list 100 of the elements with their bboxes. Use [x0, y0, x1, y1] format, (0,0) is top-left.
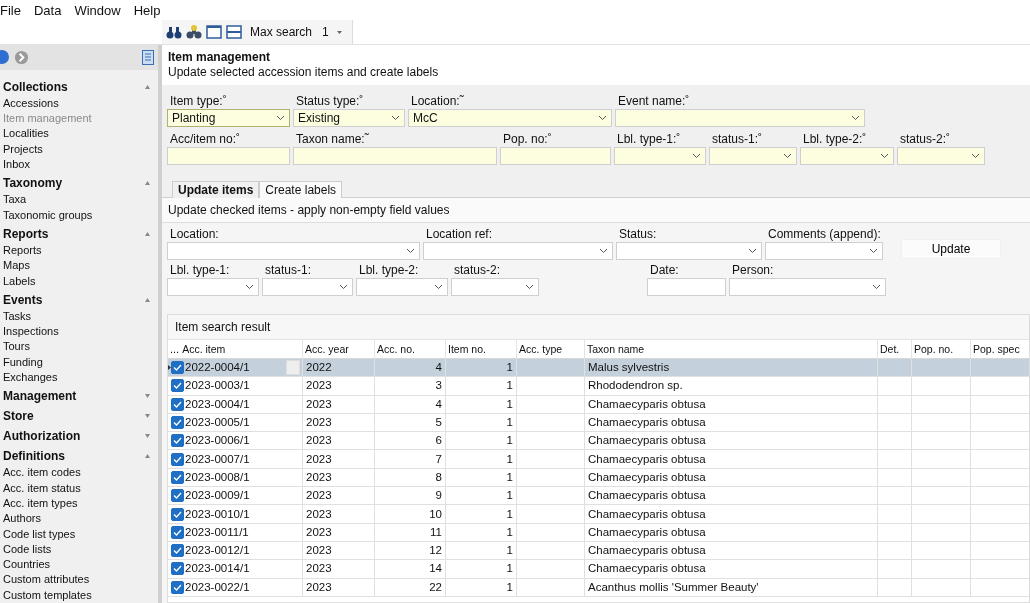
dropdown-field[interactable]: Existing	[293, 109, 405, 127]
collapse-icon[interactable]	[145, 297, 150, 302]
sidebar-item[interactable]: Maps	[0, 258, 158, 274]
forward-icon[interactable]	[14, 49, 29, 65]
input-field[interactable]	[500, 147, 611, 165]
document-icon[interactable]	[142, 49, 154, 65]
dropdown-field[interactable]	[765, 242, 883, 260]
checkbox[interactable]	[171, 562, 184, 576]
input-field[interactable]	[293, 147, 497, 165]
checkbox[interactable]	[171, 452, 184, 466]
expand-icon[interactable]	[145, 394, 150, 399]
checkbox[interactable]	[171, 507, 184, 521]
checkbox[interactable]	[171, 580, 184, 594]
table-cell	[912, 505, 971, 524]
back-icon[interactable]	[0, 49, 10, 66]
dropdown-field[interactable]	[897, 147, 985, 165]
sidebar-item[interactable]: Acc. item codes	[0, 465, 158, 481]
menu-item[interactable]: Help	[133, 2, 168, 18]
dropdown-field[interactable]	[800, 147, 894, 165]
sidebar-item[interactable]: Acc. item types	[0, 495, 158, 512]
dropdown-field[interactable]	[167, 278, 259, 296]
expand-icon[interactable]	[145, 434, 150, 439]
table-cell: 6	[375, 432, 446, 451]
section-title[interactable]: Management	[3, 389, 77, 404]
checkbox[interactable]	[171, 361, 184, 375]
sidebar-item[interactable]: Acc. item status	[0, 480, 158, 496]
menu-item[interactable]: Data	[33, 2, 69, 18]
sidebar-item[interactable]: Taxa	[0, 192, 158, 208]
dropdown-field[interactable]	[709, 147, 797, 165]
section-title[interactable]: Reports	[3, 226, 49, 241]
section-title[interactable]: Authorization	[3, 429, 81, 444]
sidebar-item[interactable]: Labels	[0, 273, 158, 289]
field-label: Acc/item no:˚	[169, 132, 242, 146]
checkbox[interactable]	[171, 525, 184, 539]
section-title[interactable]: Definitions	[3, 449, 65, 464]
sidebar-item[interactable]: Authors	[0, 511, 158, 527]
sidebar-item[interactable]: Taxonomic groups	[0, 207, 158, 223]
menu-item[interactable]: Window	[74, 2, 128, 18]
input-field[interactable]	[167, 147, 290, 165]
max-search-field[interactable]: 1	[316, 25, 349, 39]
sidebar-item[interactable]: Inbox	[0, 157, 158, 173]
checkbox[interactable]	[171, 379, 184, 393]
dropdown-field[interactable]	[167, 242, 420, 260]
dropdown-field[interactable]	[356, 278, 448, 296]
collapse-icon[interactable]	[145, 454, 150, 459]
tab[interactable]: Update items	[172, 181, 260, 198]
dropdown-icon[interactable]	[336, 30, 342, 34]
sidebar-item[interactable]: Accessions	[0, 95, 158, 112]
menu-item[interactable]: File	[0, 2, 28, 18]
sidebar-item[interactable]: Projects	[0, 141, 158, 158]
binoculars-icon[interactable]	[166, 24, 182, 40]
split-window-icon[interactable]	[226, 24, 242, 40]
column-label: Pop. no.	[914, 343, 954, 355]
tab[interactable]: Create labels	[259, 181, 343, 198]
dropdown-field[interactable]	[615, 109, 865, 127]
section-title[interactable]: Taxonomy	[3, 176, 63, 191]
table-cell: 2023-0009/1	[168, 487, 303, 506]
sidebar-item[interactable]: Inspections	[0, 324, 158, 340]
sidebar-item[interactable]: Tasks	[0, 308, 158, 325]
sidebar-item[interactable]: Funding	[0, 354, 158, 371]
checkbox[interactable]	[171, 434, 184, 448]
section-title[interactable]: Store	[3, 409, 34, 424]
collapse-icon[interactable]	[145, 181, 150, 186]
checkbox[interactable]	[171, 544, 184, 558]
sidebar-item[interactable]: Localities	[0, 126, 158, 142]
sidebar-item[interactable]: Exchanges	[0, 370, 158, 386]
dropdown-field[interactable]	[616, 242, 762, 260]
sidebar-item[interactable]: Custom attributes	[0, 572, 158, 588]
checkbox[interactable]	[171, 470, 184, 484]
window-icon[interactable]	[206, 24, 222, 40]
collapse-icon[interactable]	[145, 84, 150, 89]
sidebar-item[interactable]: Reports	[0, 242, 158, 259]
checkbox[interactable]	[171, 397, 184, 411]
sidebar-item[interactable]: Countries	[0, 557, 158, 573]
collapse-icon[interactable]	[145, 231, 150, 236]
dropdown-field[interactable]	[451, 278, 539, 296]
binoculars-star-icon[interactable]	[186, 24, 202, 40]
sidebar-item[interactable]: Custom templates	[0, 587, 158, 603]
dropdown-field[interactable]	[423, 242, 613, 260]
dropdown-field[interactable]	[729, 278, 886, 296]
field-value: Existing	[298, 111, 341, 125]
dropdown-field[interactable]	[262, 278, 353, 296]
update-button[interactable]: Update	[901, 239, 1001, 259]
dropdown-field[interactable]: Planting	[167, 109, 290, 127]
sidebar-item[interactable]: Code list types	[0, 526, 158, 542]
dropdown-field[interactable]: McC	[408, 109, 612, 127]
header-button[interactable]: ...	[170, 343, 180, 355]
section-title[interactable]: Events	[3, 292, 43, 307]
checkbox[interactable]	[171, 489, 184, 503]
table-cell	[878, 432, 912, 451]
dropdown-field[interactable]	[614, 147, 706, 165]
caret-icon	[851, 115, 860, 121]
sidebar-item[interactable]: Code lists	[0, 541, 158, 558]
table-cell: 1	[446, 359, 517, 378]
checkbox[interactable]	[171, 416, 184, 430]
section-title[interactable]: Collections	[3, 79, 68, 94]
sidebar-item[interactable]: Tours	[0, 339, 158, 355]
input-field[interactable]	[647, 278, 726, 296]
expand-icon[interactable]	[145, 414, 150, 419]
row-pointer-icon	[168, 365, 171, 370]
